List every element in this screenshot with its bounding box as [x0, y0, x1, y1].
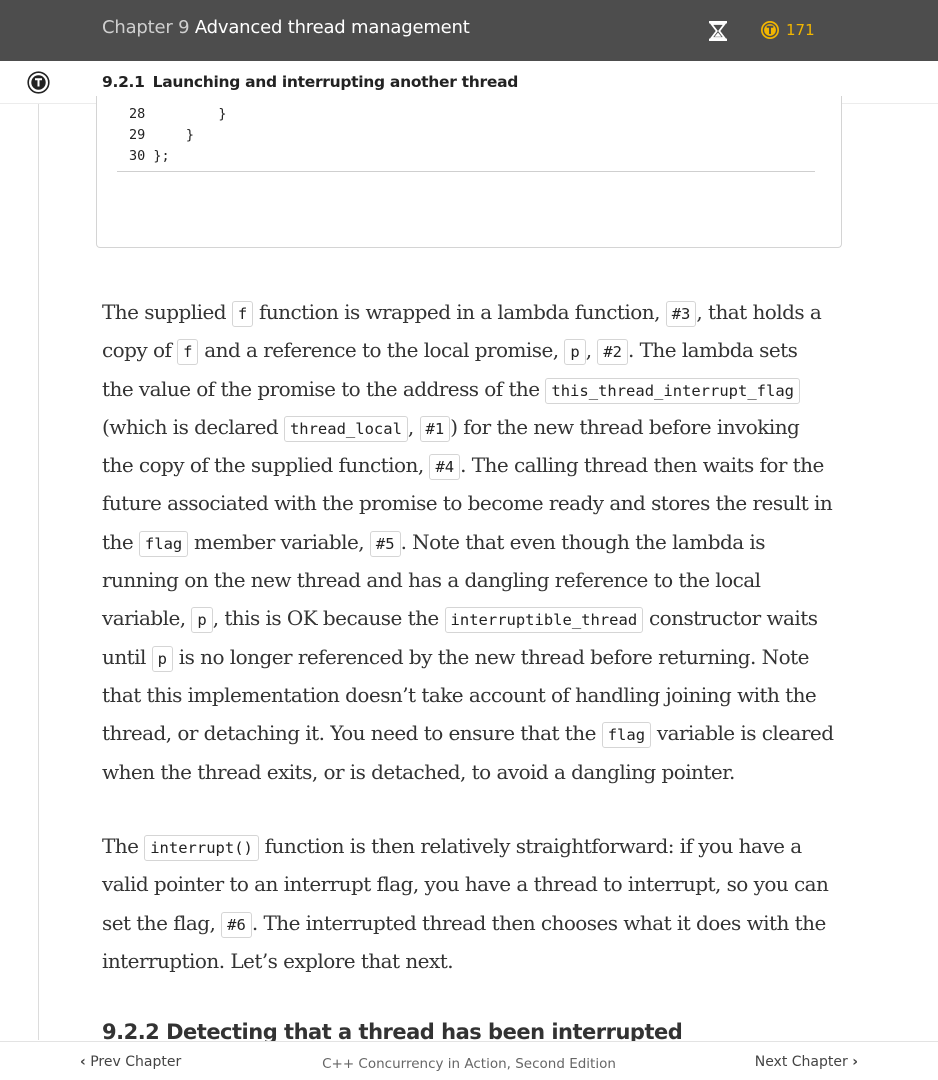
inline-code: p	[151, 645, 173, 672]
code-line-text: }	[145, 127, 195, 143]
text-line: the copy of the supplied function, #4. T…	[102, 446, 842, 484]
body-paragraph-2: The interrupt() function is then relativ…	[102, 827, 842, 980]
inline-code: flag	[138, 530, 189, 557]
text-line: set the flag, #6. The interrupted thread…	[102, 904, 842, 942]
token-balance[interactable]: 171	[760, 20, 815, 40]
code-line: 29 }	[129, 125, 227, 146]
inline-code: p	[191, 607, 213, 634]
code-line-number: 28	[129, 106, 146, 122]
inline-code: flag	[601, 722, 652, 749]
token-coin-icon	[761, 21, 779, 39]
text-line: until p is no longer referenced by the n…	[102, 638, 842, 676]
inline-code: p	[564, 339, 586, 366]
text-line: variable, p, this is OK because the inte…	[102, 599, 842, 637]
code-line-number: 29	[129, 127, 146, 143]
text-line: future associated with the promise to be…	[102, 491, 833, 516]
body-paragraph-1: The supplied f function is wrapped in a …	[102, 293, 842, 791]
left-margin-rule	[38, 104, 39, 1040]
text-line: when the thread exits, or is detached, t…	[102, 759, 735, 784]
code-line: 28 }	[129, 104, 227, 125]
chapter-title[interactable]: Chapter 9 Advanced thread management	[102, 17, 470, 38]
inline-code: thread_local	[283, 415, 408, 442]
code-line-text: }	[145, 106, 227, 122]
chapter-header-bar: Chapter 9 Advanced thread management 171	[0, 0, 938, 61]
annotation-ref: #5	[369, 530, 401, 557]
inline-code: f	[231, 301, 254, 327]
chevron-right-icon: ›	[852, 1054, 858, 1070]
text-line: that this implementation doesn’t take ac…	[102, 682, 817, 707]
section-title: 9.2.1 Launching and interrupting another …	[102, 73, 518, 91]
chapter-number: Chapter 9	[102, 17, 190, 38]
inline-code: interrupt()	[144, 835, 259, 861]
footer-nav: ‹ Prev Chapter C++ Concurrency in Action…	[0, 1041, 938, 1080]
text-line: copy of f and a reference to the local p…	[102, 331, 842, 369]
inline-code: f	[177, 339, 199, 366]
inline-code: interruptible_thread	[444, 607, 644, 634]
text-line: thread, or detaching it. You need to ens…	[102, 714, 842, 752]
text-line: (which is declared thread_local, #1) for…	[102, 408, 842, 446]
text-line: the flag member variable, #5. Note that …	[102, 523, 842, 561]
text-line: The interrupt() function is then relativ…	[102, 827, 842, 865]
code-line-number: 30	[129, 148, 146, 164]
toc-circle-icon[interactable]	[27, 71, 50, 94]
text-line: interruption. Let’s explore that next.	[102, 948, 454, 973]
next-chapter-label: Next Chapter	[754, 1054, 848, 1070]
code-divider	[117, 171, 815, 172]
annotation-ref: #1	[419, 415, 451, 442]
annotation-ref: #4	[429, 454, 461, 481]
chapter-name: Advanced thread management	[194, 17, 470, 38]
text-line: valid pointer to an interrupt flag, you …	[102, 872, 829, 897]
inline-code: this_thread_interrupt_flag	[545, 377, 801, 404]
annotation-ref: #6	[221, 911, 252, 938]
hourglass-icon[interactable]	[707, 20, 729, 42]
text-line: the value of the promise to the address …	[102, 370, 842, 408]
code-listing: 28 } 29 } 30 };	[129, 104, 227, 167]
next-chapter-link[interactable]: Next Chapter ›	[755, 1054, 858, 1070]
annotation-ref: #3	[665, 301, 697, 327]
token-count: 171	[786, 21, 815, 39]
section-name: Launching and interrupting another threa…	[152, 73, 519, 91]
section-number: 9.2.1	[102, 73, 145, 91]
text-line: The supplied f function is wrapped in a …	[102, 293, 842, 331]
code-line-text: };	[145, 148, 170, 164]
text-line: running on the new thread and has a dang…	[102, 568, 761, 593]
code-line: 30 };	[129, 146, 227, 167]
annotation-ref: #2	[597, 339, 628, 366]
